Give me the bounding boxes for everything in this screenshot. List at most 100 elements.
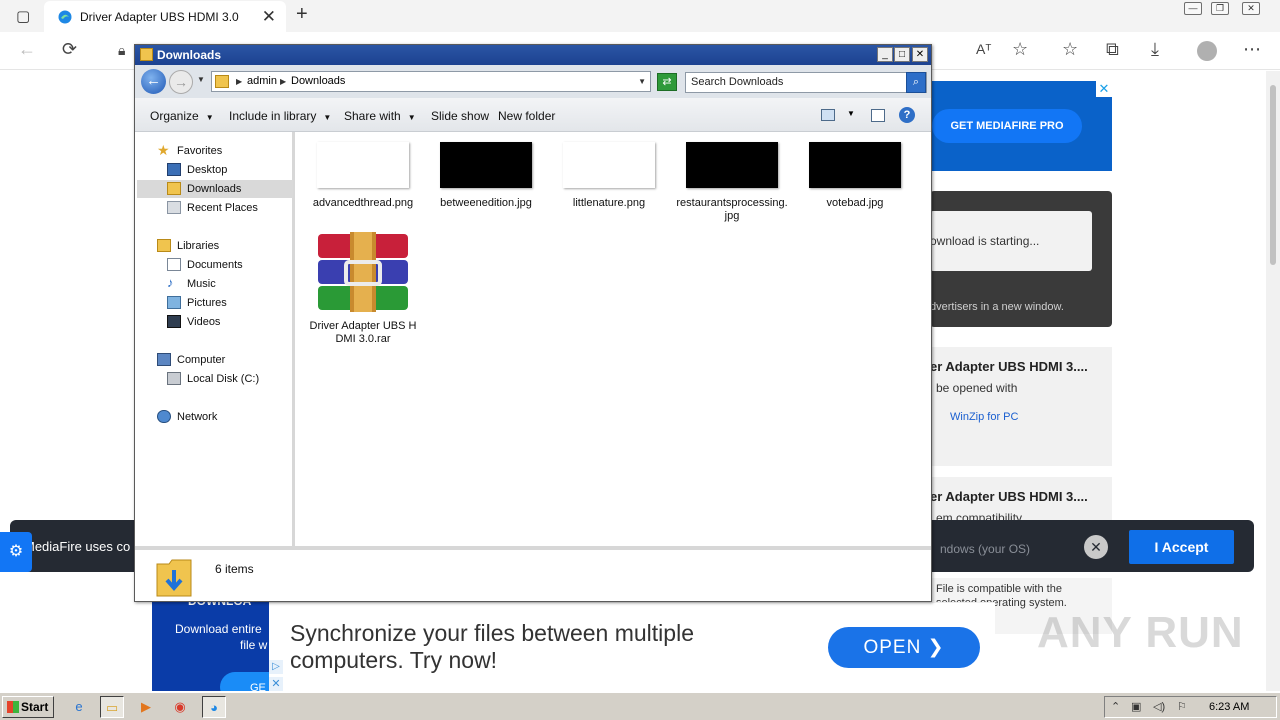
winzip-link[interactable]: WinZip for PC xyxy=(950,411,1018,423)
minimize-button[interactable]: _ xyxy=(877,47,893,62)
chevron-right-icon[interactable]: ▶ xyxy=(236,77,242,86)
cookie-settings-icon[interactable]: ⚙ xyxy=(0,532,32,572)
profile-avatar[interactable] xyxy=(1197,41,1217,61)
nav-music[interactable]: ♪ Music xyxy=(137,275,293,293)
tab-actions-icon[interactable]: ▢ xyxy=(16,7,30,25)
collections-icon[interactable]: ⧉ xyxy=(1106,39,1119,60)
tray-expand-icon[interactable]: ⌃ xyxy=(1111,700,1120,713)
nav-local-disk[interactable]: Local Disk (C:) xyxy=(137,370,293,388)
computer-icon xyxy=(157,353,171,366)
back-button[interactable]: ← xyxy=(141,69,166,94)
more-menu-icon[interactable]: ⋯ xyxy=(1243,39,1261,60)
accept-cookies-button[interactable]: I Accept xyxy=(1129,530,1234,564)
new-tab-icon[interactable]: + xyxy=(296,3,308,26)
windows-logo-icon xyxy=(7,701,19,713)
explorer-window: Downloads _ □ ✕ ← → ▼ ▶ admin ▶ Download… xyxy=(134,44,932,602)
downloads-icon[interactable]: ⤓ xyxy=(1151,39,1159,60)
chevron-down-icon[interactable]: ▼ xyxy=(638,77,646,86)
browser-tab[interactable]: Driver Adapter UBS HDMI 3.0 ✕ xyxy=(44,1,286,32)
help-icon[interactable]: ? xyxy=(899,107,915,123)
command-bar: Organize ▼ Include in library ▼ Share with… xyxy=(135,98,931,132)
tray-action-center-icon[interactable]: ⚐ xyxy=(1177,700,1187,713)
nav-desktop[interactable]: Desktop xyxy=(137,161,293,179)
chevron-right-icon[interactable]: ▶ xyxy=(280,77,286,86)
download-starting-text: ownload is starting... xyxy=(930,211,1092,271)
file-thumbnail xyxy=(809,142,901,188)
media-player-icon[interactable]: ▶ xyxy=(134,696,158,718)
preview-pane-icon[interactable] xyxy=(871,109,885,122)
file-name: votebad.jpg xyxy=(826,197,884,209)
scrollbar-thumb[interactable] xyxy=(1270,85,1276,265)
ad-open-button[interactable]: OPEN ❯ xyxy=(828,627,980,668)
tray-volume-icon[interactable]: ◁) xyxy=(1153,700,1165,713)
edge-tab-icon xyxy=(58,10,72,23)
tray-network-icon[interactable]: ▣ xyxy=(1131,700,1141,713)
get-mediafire-pro-button[interactable]: GET MEDIAFIRE PRO xyxy=(932,109,1082,143)
promo-button[interactable]: GE xyxy=(220,672,269,691)
lock-icon[interactable]: 🔒︎ xyxy=(118,42,125,59)
libraries-icon xyxy=(157,239,171,252)
minimize-browser-button[interactable]: — xyxy=(1184,2,1202,15)
file-name: advancedthread.png xyxy=(312,197,414,209)
history-dropdown-icon[interactable]: ▼ xyxy=(197,75,205,84)
nav-documents[interactable]: Documents xyxy=(137,256,293,274)
breadcrumb-downloads[interactable]: Downloads xyxy=(291,75,345,87)
explorer-titlebar[interactable]: Downloads _ □ ✕ xyxy=(135,45,931,65)
file-item[interactable]: votebad.jpg xyxy=(805,142,905,222)
documents-icon xyxy=(167,258,181,271)
chrome-icon[interactable]: ◉ xyxy=(168,696,192,718)
downloads-folder-icon xyxy=(167,182,181,195)
adchoices-icon[interactable]: ▷ xyxy=(269,660,283,674)
back-icon[interactable]: ← xyxy=(18,39,36,60)
read-aloud-icon[interactable]: Aᵀ xyxy=(976,41,991,57)
taskbar: Start e ▭ ▶ ◉ ◕ ⌃ ▣ ◁) ⚐ 6:23 AM xyxy=(0,692,1280,720)
change-view-icon[interactable] xyxy=(821,109,835,121)
slide-show-button[interactable]: Slide show xyxy=(431,109,489,123)
recent-places-icon xyxy=(167,201,181,214)
nav-downloads[interactable]: Downloads xyxy=(137,180,293,198)
include-in-library-button[interactable]: Include in library ▼ xyxy=(229,109,331,123)
file-item[interactable]: Driver Adapter UBS HDMI 3.0.rar xyxy=(310,232,416,352)
ad-close-icon[interactable]: ✕ xyxy=(1096,81,1112,97)
folder-icon xyxy=(140,48,153,61)
search-icon[interactable]: ⌕ xyxy=(906,72,926,93)
nav-favorites[interactable]: ★ Favorites xyxy=(137,142,293,160)
close-button[interactable]: ✕ xyxy=(912,47,928,62)
nav-libraries[interactable]: Libraries xyxy=(137,237,293,255)
page-scrollbar[interactable] xyxy=(1266,71,1280,691)
downloads-folder-icon xyxy=(156,559,192,597)
cookie-close-button[interactable]: ✕ xyxy=(1084,535,1108,559)
file-item[interactable]: betweenedition.jpg xyxy=(436,142,536,222)
nav-recent-places[interactable]: Recent Places xyxy=(137,199,293,217)
clock[interactable]: 6:23 AM xyxy=(1209,701,1249,713)
file-name: littlenature.png xyxy=(572,197,646,209)
start-button[interactable]: Start xyxy=(2,696,54,718)
maximize-button[interactable]: □ xyxy=(894,47,910,62)
refresh-button[interactable]: ⇄ xyxy=(657,73,677,91)
refresh-icon[interactable]: ⟳ xyxy=(62,39,77,60)
restore-browser-button[interactable]: ❐ xyxy=(1211,2,1229,15)
nav-network[interactable]: Network xyxy=(137,408,293,426)
close-browser-button[interactable]: ✕ xyxy=(1242,2,1260,15)
nav-pictures[interactable]: Pictures xyxy=(137,294,293,312)
search-input[interactable]: Search Downloads ⌕ xyxy=(685,72,927,93)
organize-button[interactable]: Organize ▼ xyxy=(150,109,214,123)
favorites-icon[interactable]: ☆ xyxy=(1062,39,1078,60)
file-item[interactable]: littlenature.png xyxy=(559,142,659,222)
file-item[interactable]: advancedthread.png xyxy=(313,142,413,222)
address-bar[interactable]: ▶ admin ▶ Downloads ▼ xyxy=(211,71,651,92)
nav-computer[interactable]: Computer xyxy=(137,351,293,369)
new-folder-button[interactable]: New folder xyxy=(498,109,555,123)
forward-button[interactable]: → xyxy=(169,70,193,94)
tab-close-icon[interactable]: ✕ xyxy=(262,7,276,27)
chevron-down-icon[interactable]: ▼ xyxy=(847,109,855,118)
explorer-taskbar-icon[interactable]: ▭ xyxy=(100,696,124,718)
edge-taskbar-icon[interactable]: ◕ xyxy=(202,696,226,718)
nav-videos[interactable]: Videos xyxy=(137,313,293,331)
add-favorite-icon[interactable]: ☆ xyxy=(1012,39,1028,60)
file-item[interactable]: restaurantsprocessing.jpg xyxy=(676,142,788,222)
ad-close-icon[interactable]: ✕ xyxy=(269,677,283,691)
breadcrumb-admin[interactable]: admin xyxy=(247,75,277,87)
internet-explorer-icon[interactable]: e xyxy=(67,696,91,718)
share-with-button[interactable]: Share with ▼ xyxy=(344,109,416,123)
